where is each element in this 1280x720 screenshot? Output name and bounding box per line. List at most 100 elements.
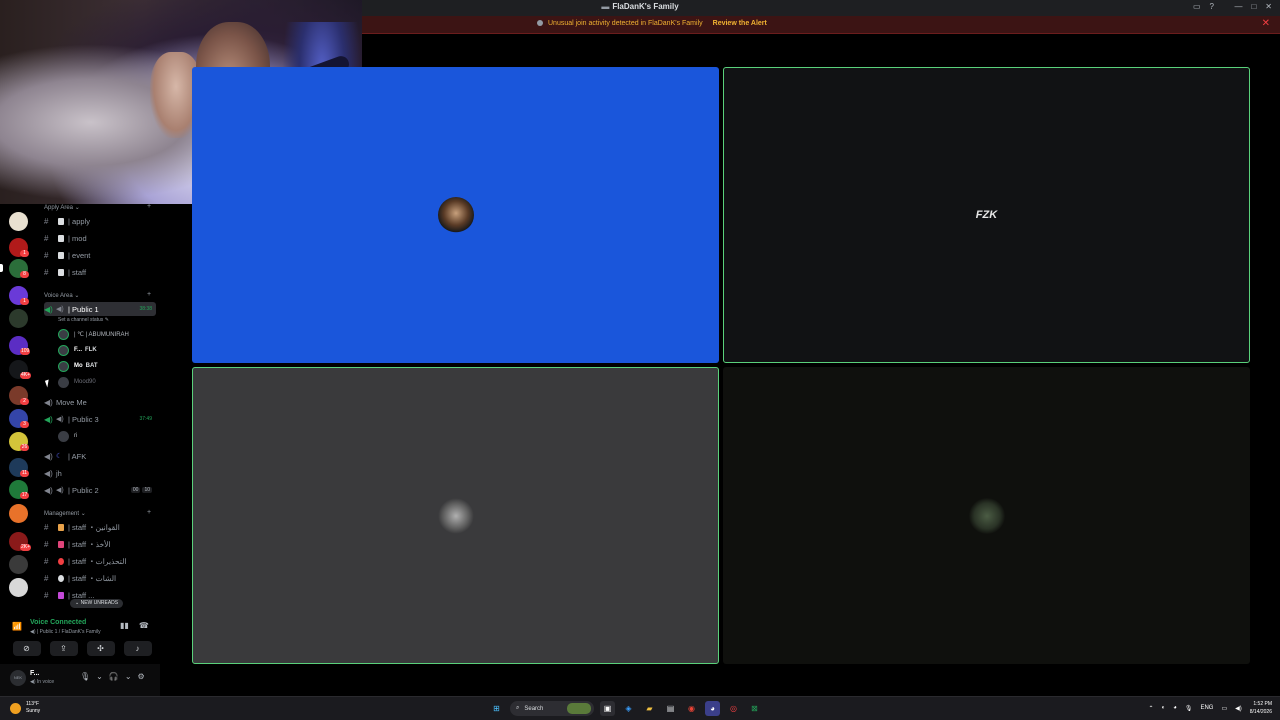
noise-suppression-icon[interactable]: ▮▮ (120, 621, 129, 630)
voice-channel-afk[interactable]: ◀) ☾ | AFK (44, 449, 156, 463)
voice-member[interactable]: | ℃ | ABUMUNIRAH (58, 327, 129, 341)
soundboard-button[interactable]: ♪ (123, 641, 152, 656)
close-window-button[interactable]: ✕ (1265, 2, 1272, 11)
hash-icon: # (44, 590, 49, 600)
mention-badge: 109 (20, 348, 31, 355)
help-icon[interactable]: ? (1210, 2, 1214, 11)
xbox-icon[interactable]: ⊠ (747, 701, 762, 716)
language-indicator[interactable]: ENG (1200, 705, 1213, 711)
user-status: ◀) In voice (30, 679, 55, 685)
taskbar-search[interactable]: ⌕ Search (510, 701, 594, 716)
window-controls: — □ ✕ (1234, 2, 1272, 11)
participant-avatar (968, 497, 1005, 534)
voice-channel-public-2[interactable]: ◀) ◀) | Public 2 00 10 (44, 483, 156, 497)
channel-status[interactable]: Set a channel status ✎ (58, 317, 109, 323)
maximize-button[interactable]: □ (1251, 2, 1256, 11)
minimize-button[interactable]: — (1234, 2, 1242, 11)
activities-button[interactable]: ✣ (86, 641, 115, 656)
category-apply-area[interactable]: Apply Area ⌄ + (44, 204, 151, 211)
screen-share-button[interactable]: ⇪ (49, 641, 78, 656)
user-status-text: In voice (36, 679, 55, 685)
video-tile-2[interactable]: FZK (723, 67, 1250, 363)
voice-member[interactable]: F... FLK (58, 343, 97, 357)
channel-timer: 37:49 (139, 416, 152, 422)
category-management[interactable]: Management ⌄ + (44, 509, 151, 517)
chevron-up-icon[interactable]: ⌃ (1149, 705, 1154, 712)
tray-mic-icon[interactable]: 🎙 (1185, 705, 1193, 712)
file-explorer-icon[interactable]: ▰ (642, 701, 657, 716)
channel-event[interactable]: # | event (44, 248, 156, 262)
voice-location[interactable]: ◀) | Public 1 / FlaDanK's Family (30, 629, 101, 635)
voice-member[interactable]: ri (58, 429, 77, 443)
copilot-icon[interactable]: ◈ (621, 701, 636, 716)
server-icon-13[interactable] (9, 504, 28, 523)
add-channel-icon[interactable]: + (147, 509, 151, 516)
channel-staff[interactable]: # | staff (44, 265, 156, 279)
channel-label: | staff ・القوانين (68, 522, 120, 532)
voice-channel-move-me[interactable]: ◀) Move Me (44, 395, 156, 409)
speaker-icon: ◀) (44, 414, 53, 424)
channel-label: | AFK (68, 451, 87, 461)
voice-status[interactable]: Voice Connected (30, 619, 86, 626)
channel-emoji (58, 574, 64, 582)
chevron-down-icon[interactable]: ⌄ (96, 672, 103, 681)
tray-app-icon[interactable]: ◐ (1162, 705, 1166, 711)
microphone-icon[interactable]: 🎙 (80, 672, 90, 681)
gear-icon[interactable]: ⚙ (138, 672, 145, 681)
inbox-icon[interactable]: ▭ (1193, 2, 1201, 11)
channel-emoji (58, 234, 64, 242)
speaker-emoji: ◀) (56, 487, 64, 494)
task-view-icon[interactable]: ▣ (600, 701, 615, 716)
review-alert-link[interactable]: Review the Alert (713, 20, 767, 27)
server-icon-1[interactable] (9, 212, 28, 231)
sun-icon (10, 702, 21, 714)
category-voice-area[interactable]: Voice Area ⌄ + (44, 291, 151, 299)
channel-mod[interactable]: # | mod (44, 231, 156, 245)
clock[interactable]: 1:52 PM 8/14/2026 (1250, 700, 1272, 716)
add-channel-icon[interactable]: + (147, 291, 151, 298)
channel-status-text: Set a channel status (58, 317, 104, 323)
video-tile-1[interactable] (192, 67, 719, 363)
camera-off-button[interactable]: ⊘ (12, 641, 41, 656)
weather-widget[interactable]: 113°F Sunny (10, 701, 40, 715)
alert-close-icon[interactable]: ✕ (1262, 18, 1270, 29)
channel-staff-rules[interactable]: # | staff ・القوانين (44, 520, 156, 534)
participant-avatar: FZK (975, 209, 998, 221)
voice-icons: ▮▮ ☎ (120, 621, 149, 630)
tray-discord-icon[interactable]: ◕ (1173, 705, 1177, 711)
channel-staff-chat[interactable]: # | staff ・الشات (44, 571, 156, 585)
chrome-icon[interactable]: ◉ (684, 701, 699, 716)
video-tile-4[interactable] (723, 367, 1250, 664)
voice-channel-public-1[interactable]: ◀) ◀) | Public 1 38:38 (44, 302, 156, 316)
avatar[interactable]: NEK (10, 670, 26, 686)
channel-emoji (58, 557, 64, 565)
voice-channel-public-3[interactable]: ◀) ◀) | Public 3 37:49 (44, 412, 156, 426)
chevron-down-icon[interactable]: ⌄ (125, 672, 132, 681)
video-tile-3[interactable] (192, 367, 719, 664)
discord-taskbar-icon[interactable]: ◕ (705, 701, 720, 716)
user-name[interactable]: F... (30, 670, 39, 677)
store-icon[interactable]: ▤ (663, 701, 678, 716)
headphones-icon[interactable]: 🎧 (109, 672, 119, 681)
server-icon-16[interactable] (9, 578, 28, 597)
speaker-emoji: ◀) (56, 416, 64, 423)
member-tag: BAT (85, 363, 98, 369)
server-icon-5[interactable] (9, 309, 28, 328)
new-unreads-button[interactable]: ⌄ NEW UNREADS (70, 599, 124, 608)
voice-member[interactable]: Mood90 (58, 375, 96, 389)
channel-label: jh (56, 468, 62, 478)
server-icon-15[interactable] (9, 555, 28, 574)
network-icon[interactable]: ▭ (1221, 705, 1227, 712)
voice-channel-jh[interactable]: ◀) jh (44, 466, 156, 480)
channel-apply[interactable]: # | apply (44, 214, 156, 228)
channel-label: | Public 3 (68, 414, 99, 424)
volume-icon[interactable]: ◀) (1235, 705, 1242, 712)
add-channel-icon[interactable]: + (147, 204, 151, 210)
windows-start-icon[interactable]: ⊞ (489, 701, 504, 716)
disconnect-icon[interactable]: ☎ (139, 621, 149, 630)
recording-app-icon[interactable]: ◎ (726, 701, 741, 716)
voice-member[interactable]: Mo BAT (58, 359, 98, 373)
channel-staff-take[interactable]: # | staff ・الأخذ (44, 537, 156, 551)
channel-staff-warnings[interactable]: # | staff ・التحذيرات (44, 554, 156, 568)
member-tag: FLK (85, 347, 97, 353)
